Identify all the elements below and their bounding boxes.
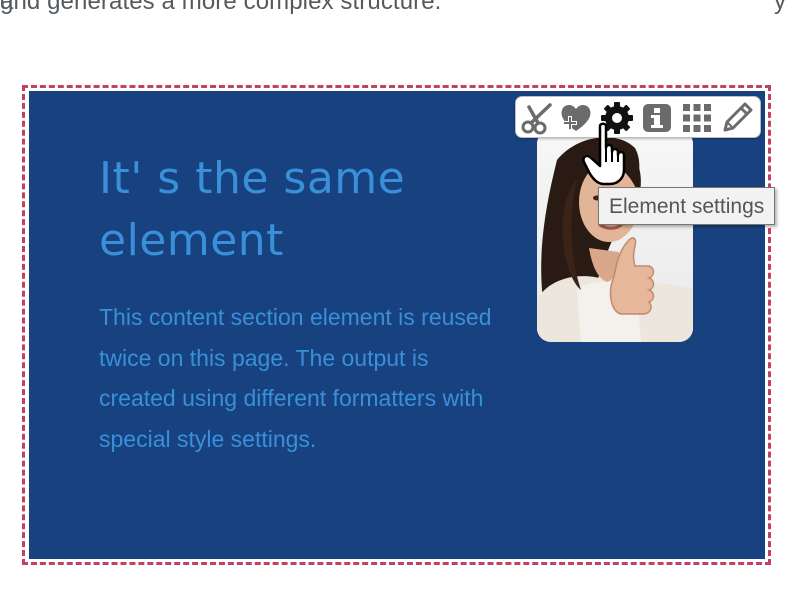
grid-icon	[683, 104, 711, 132]
info-icon	[643, 104, 671, 132]
section-body-text: This content section element is reused t…	[99, 304, 492, 452]
intro-text: g y and generates a more complex structu…	[0, 0, 800, 26]
move-button[interactable]	[678, 100, 716, 136]
edit-button[interactable]	[718, 100, 756, 136]
scissors-icon	[521, 103, 552, 135]
element-settings-tooltip: Element settings	[598, 187, 776, 225]
cut-button[interactable]	[518, 100, 556, 136]
info-button[interactable]	[638, 100, 676, 136]
hand-pointer-icon	[582, 122, 626, 186]
intro-line-2: and generates a more complex structure.	[0, 0, 442, 15]
page: g y and generates a more complex structu…	[0, 0, 800, 600]
element-toolbar	[515, 96, 761, 138]
intro-fragment-a: g	[0, 0, 14, 15]
section-headline: It' s the same element	[99, 153, 406, 266]
pencil-icon	[723, 102, 753, 132]
intro-fragment-b: y	[774, 0, 787, 15]
